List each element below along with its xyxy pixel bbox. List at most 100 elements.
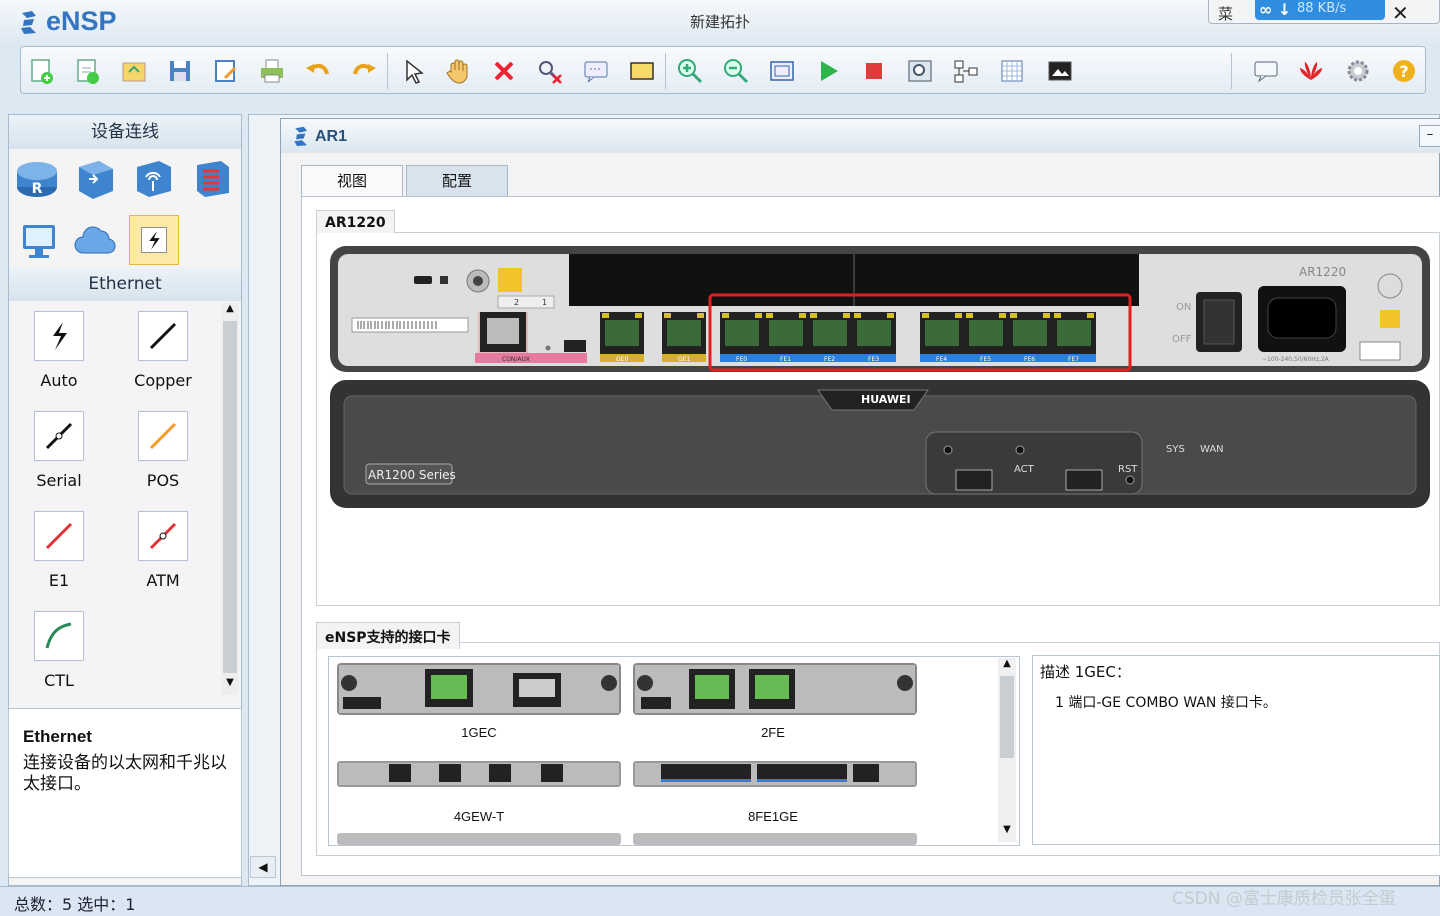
save-as-icon[interactable]	[211, 56, 241, 86]
card-label: 4GEW-T	[453, 809, 505, 824]
scroll-thumb[interactable]	[1000, 676, 1014, 758]
topology-icon[interactable]	[951, 56, 981, 86]
usb-port-1[interactable]	[955, 469, 993, 491]
undo-icon[interactable]	[303, 56, 333, 86]
card-description-title: 描述 1GEC：	[1040, 663, 1131, 681]
rectangle-icon[interactable]	[627, 56, 657, 86]
new-lab-icon[interactable]	[73, 56, 103, 86]
card-2fe[interactable]	[633, 663, 917, 715]
scroll-thumb[interactable]	[223, 321, 237, 673]
wireless-icon[interactable]	[131, 157, 175, 201]
cards-group-title: eNSP支持的接口卡	[316, 622, 460, 649]
card-8fe1ge[interactable]	[633, 761, 917, 787]
port-fe3[interactable]: FE3	[852, 312, 896, 363]
pan-hand-icon[interactable]	[443, 56, 473, 86]
act-label: ACT	[1014, 464, 1035, 475]
port-fe1[interactable]: FE1	[764, 312, 808, 363]
new-topology-icon[interactable]	[27, 56, 57, 86]
text-note-icon[interactable]	[581, 56, 611, 86]
zoom-in-icon[interactable]	[675, 56, 705, 86]
delete-link-icon[interactable]	[535, 56, 565, 86]
scroll-left-icon[interactable]: ◀	[250, 856, 276, 878]
port-fe5[interactable]: FE5	[964, 312, 1008, 363]
card-1gec[interactable]	[337, 663, 621, 715]
help-icon[interactable]: ?	[1389, 56, 1419, 86]
cable-serial[interactable]: Serial	[9, 411, 109, 490]
port-fe2[interactable]: FE2	[808, 312, 852, 363]
redo-icon[interactable]	[349, 56, 379, 86]
cable-list-scrollbar[interactable]: ▲ ▼	[221, 303, 239, 695]
cable-label: CTL	[44, 671, 74, 690]
screenshot-icon[interactable]	[1045, 56, 1075, 86]
scroll-down-icon[interactable]: ▼	[222, 677, 238, 693]
svg-text:?: ?	[1399, 62, 1408, 81]
model-label: AR1220	[1299, 265, 1346, 279]
port-label: FE1	[780, 356, 791, 363]
router-panel: 2 1 CON/AUX GE0 GE1 FE0 FE1 FE2 FE3 FE4 FE5 FE6…	[330, 246, 1430, 508]
usb-port[interactable]	[564, 340, 586, 352]
start-device-icon[interactable]	[813, 56, 843, 86]
card-partial	[337, 833, 621, 845]
infinity-icon: ∞ ↓	[1259, 0, 1292, 19]
settings-icon[interactable]	[1343, 56, 1373, 86]
cable-e1[interactable]: E1	[9, 511, 109, 590]
fit-window-icon[interactable]	[767, 56, 797, 86]
ctl-cable-icon	[34, 611, 84, 661]
dialog-title: AR1	[315, 128, 348, 145]
minimize-icon[interactable]: –	[1419, 125, 1440, 147]
select-icon[interactable]	[397, 56, 427, 86]
cable-label: Serial	[36, 471, 82, 490]
device-group-title: AR1220	[316, 210, 395, 233]
cards-scrollbar[interactable]: ▲ ▼	[998, 658, 1016, 842]
cable-icon[interactable]	[129, 215, 179, 265]
port-fe7[interactable]: FE7	[1052, 312, 1096, 363]
card-label: 2FE	[761, 725, 785, 740]
card-4gew-t[interactable]	[337, 761, 621, 787]
open-icon[interactable]	[119, 56, 149, 86]
capture-icon[interactable]	[905, 56, 935, 86]
cable-pos[interactable]: POS	[113, 411, 213, 490]
usb-port-2[interactable]	[1065, 469, 1103, 491]
port-label: FE5	[980, 356, 991, 363]
toolbar-separator	[1231, 53, 1232, 89]
port-label: FE4	[936, 356, 947, 363]
port-label: FE0	[736, 356, 747, 363]
toolbar-separator	[387, 53, 388, 89]
tab-view[interactable]: 视图	[301, 165, 403, 197]
rst-label: RST	[1118, 464, 1138, 475]
tab-config[interactable]: 配置	[406, 165, 508, 197]
print-icon[interactable]	[257, 56, 287, 86]
port-fe6[interactable]: FE6	[1008, 312, 1052, 363]
cable-ctl[interactable]: CTL	[9, 611, 109, 690]
huawei-icon[interactable]	[1296, 56, 1326, 86]
router-icon[interactable]: R	[15, 157, 59, 201]
chat-icon[interactable]	[1251, 56, 1281, 86]
net-speed: 88 KB/s	[1297, 1, 1347, 16]
pc-icon[interactable]	[17, 219, 61, 263]
menu-button[interactable]: 菜	[1218, 3, 1233, 24]
delete-icon[interactable]	[489, 56, 519, 86]
port-fe0[interactable]: FE0	[720, 312, 764, 363]
save-icon[interactable]	[165, 56, 195, 86]
port-fe4[interactable]: FE4	[920, 312, 964, 363]
stop-device-icon[interactable]	[859, 56, 889, 86]
port-ge0[interactable]: GE0	[600, 312, 644, 363]
scroll-down-icon[interactable]: ▼	[998, 824, 1016, 840]
card-description-text: 1 端口-GE COMBO WAN 接口卡。	[1055, 695, 1277, 711]
cloud-icon[interactable]	[73, 219, 117, 263]
switch-icon[interactable]	[73, 157, 117, 201]
scroll-up-icon[interactable]: ▲	[998, 658, 1016, 674]
cable-label: POS	[146, 471, 180, 490]
port-ge1[interactable]: GE1	[662, 312, 706, 363]
scroll-up-icon[interactable]: ▲	[222, 303, 238, 319]
cable-copper[interactable]: Copper	[113, 311, 213, 390]
cable-auto[interactable]: Auto	[9, 311, 109, 390]
firewall-icon[interactable]	[189, 157, 233, 201]
cable-atm[interactable]: ATM	[113, 511, 213, 590]
toolbar: ?	[20, 46, 1426, 94]
grid-icon[interactable]	[997, 56, 1027, 86]
close-button[interactable]: ✕	[1392, 1, 1409, 25]
device-section-title: 设备连线	[9, 115, 241, 149]
watermark: CSDN @富士康质检员张全蛋	[1172, 889, 1396, 909]
zoom-out-icon[interactable]	[721, 56, 751, 86]
